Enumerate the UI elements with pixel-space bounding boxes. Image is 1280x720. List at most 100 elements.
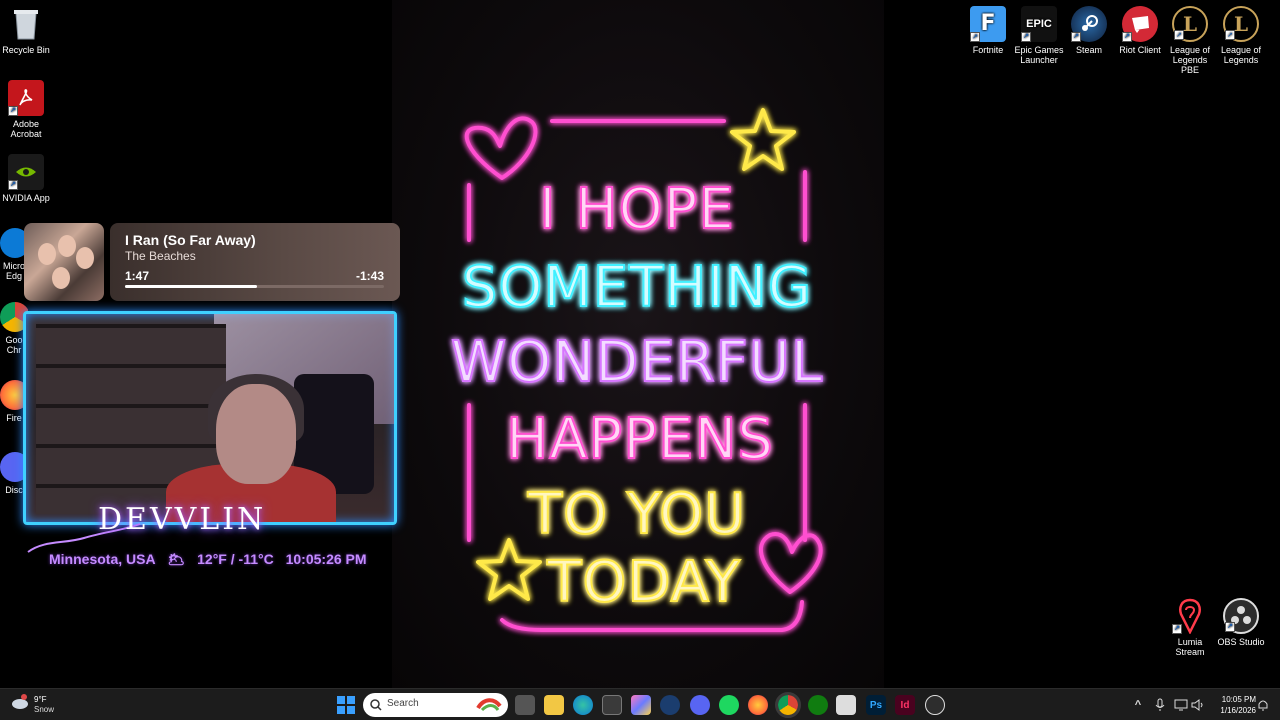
desktop-icon-riot-client[interactable]: ↗ Riot Client <box>1114 6 1166 55</box>
search-icon <box>370 699 382 711</box>
taskbar-search-box[interactable]: Search <box>363 693 508 717</box>
shortcut-arrow-icon: ↗ <box>1174 30 1184 40</box>
steam-taskbar-icon[interactable] <box>660 695 680 715</box>
desktop-icon-steam[interactable]: ↗ Steam <box>1063 6 1115 55</box>
temperature-text: 12°F / -11°C <box>197 551 274 567</box>
track-artist: The Beaches <box>125 249 196 263</box>
neon-line-5: TO YOU <box>527 482 746 547</box>
desktop-icon-label: Steam <box>1075 45 1102 55</box>
taskbar-weather-widget[interactable]: 9°F Snow <box>10 693 54 716</box>
riot-client-icon: ↗ <box>1122 6 1158 42</box>
taskbar-weather-condition: Snow <box>34 705 55 714</box>
store-icon[interactable] <box>602 695 622 715</box>
show-hidden-icons-chevron-icon[interactable]: ^ <box>1131 695 1145 715</box>
desktop-icon-adobe-acrobat[interactable]: ↗ Adobe Acrobat <box>0 80 52 139</box>
now-playing-card: I Ran (So Far Away) The Beaches 1:47 -1:… <box>110 223 400 301</box>
snow-weather-icon <box>12 694 28 709</box>
start-button[interactable] <box>336 695 356 715</box>
neon-line-4: HAPPENS <box>506 407 774 472</box>
shortcut-arrow-icon: ↗ <box>1225 622 1235 632</box>
now-playing-widget[interactable]: I Ran (So Far Away) The Beaches 1:47 -1:… <box>24 223 400 301</box>
location-text: Minnesota, USA <box>49 551 156 567</box>
shortcut-arrow-icon: ↗ <box>1021 32 1031 42</box>
desktop-icon-label: Epic Games Launcher <box>1014 45 1064 65</box>
edge-taskbar-icon[interactable] <box>573 695 593 715</box>
webcam-feed <box>23 311 397 525</box>
lumia-stream-icon: ↗ <box>1172 598 1208 634</box>
desktop-icon-label: League of Legends <box>1220 45 1262 65</box>
neon-heart-icon <box>464 116 538 180</box>
desktop-icon-nvidia-app[interactable]: ↗ NVIDIA App <box>0 154 52 203</box>
desktop-icon-label: OBS Studio <box>1217 637 1265 647</box>
neon-sign: I HOPE SOMETHING WONDERFUL HAPPENS TO YO… <box>450 108 823 632</box>
shortcut-arrow-icon: ↗ <box>8 180 18 190</box>
shortcut-arrow-icon: ↗ <box>970 32 980 42</box>
firefox-taskbar-icon[interactable] <box>748 695 768 715</box>
track-remaining: -1:43 <box>355 269 384 283</box>
volume-icon[interactable] <box>1191 695 1205 715</box>
desktop-icon-recycle-bin[interactable]: Recycle Bin <box>0 6 52 55</box>
shortcut-arrow-icon: ↗ <box>1122 32 1132 42</box>
file-explorer-icon[interactable] <box>544 695 564 715</box>
chrome-taskbar-icon[interactable] <box>775 692 801 718</box>
overlay-clock: 10:05:26 PM <box>285 551 367 567</box>
discord-taskbar-icon[interactable] <box>690 695 710 715</box>
streamer-name: DEVVLIN <box>98 502 267 537</box>
indesign-icon[interactable]: Id <box>895 695 915 715</box>
track-progress-fill <box>125 285 258 288</box>
acrobat-icon: ↗ <box>8 80 44 116</box>
windows-logo-icon <box>337 696 355 714</box>
taskbar-clock[interactable]: 10:05 PM 1/16/2026 <box>1208 694 1256 716</box>
shortcut-arrow-icon: ↗ <box>1225 30 1235 40</box>
track-title: I Ran (So Far Away) <box>125 232 256 248</box>
desktop-icon-label: League of Legends PBE <box>1169 45 1211 75</box>
neon-line-1: I HOPE <box>539 177 735 242</box>
neon-line-3: WONDERFUL <box>451 330 823 395</box>
neon-line-6: TODAY <box>546 550 741 615</box>
desktop-icon-label: Recycle Bin <box>2 45 50 55</box>
copilot-icon[interactable] <box>631 695 651 715</box>
clock-date: 1/16/2026 <box>1220 706 1256 715</box>
neon-star-icon <box>476 538 542 601</box>
desktop-icon-label: Adobe Acrobat <box>10 119 42 139</box>
desktop-icon-obs-studio[interactable]: ↗ OBS Studio <box>1215 598 1267 647</box>
desktop-icon-label: Riot Client <box>1119 45 1161 55</box>
clock-time: 10:05 PM <box>1221 695 1256 704</box>
desktop-icon-label: Lumia Stream <box>1175 637 1205 657</box>
notification-bell-icon[interactable] <box>1256 695 1270 715</box>
taskbar: 9°F Snow Search Ps Id ^ 10:05 PM 1/16/20… <box>0 688 1280 720</box>
epic-games-icon: EPIC ↗ <box>1021 6 1057 42</box>
stream-info-bar: Minnesota, USA 🌥 12°F / -11°C 10:05:26 P… <box>49 551 375 568</box>
desktop-icon-fortnite[interactable]: F ↗ Fortnite <box>962 6 1014 55</box>
shortcut-arrow-icon: ↗ <box>8 106 18 116</box>
taskbar-weather-temp: 9°F <box>34 695 47 704</box>
track-progress-bar[interactable] <box>125 285 384 288</box>
microphone-icon[interactable] <box>1153 695 1167 715</box>
shortcut-arrow-icon: ↗ <box>1172 624 1182 634</box>
album-art <box>24 223 104 301</box>
obs-taskbar-icon[interactable] <box>925 695 945 715</box>
desktop-icon-league[interactable]: L ↗ League of Legends <box>1215 6 1267 65</box>
photoshop-icon[interactable]: Ps <box>866 695 886 715</box>
desktop-wallpaper: I HOPE SOMETHING WONDERFUL HAPPENS TO YO… <box>392 0 884 688</box>
xbox-icon[interactable] <box>808 695 828 715</box>
desktop-icon-label: Fortnite <box>972 45 1004 55</box>
weather-cloud-icon: 🌥 <box>167 551 186 567</box>
search-placeholder: Search <box>387 698 419 709</box>
shortcut-arrow-icon: ↗ <box>1071 32 1081 42</box>
desktop-icon-lumia-stream[interactable]: ↗ Lumia Stream <box>1164 598 1216 657</box>
desktop-icon-label: NVIDIA App <box>2 193 50 203</box>
neon-star-icon <box>730 108 796 171</box>
league-pbe-icon: L ↗ <box>1172 6 1208 42</box>
recycle-bin-icon <box>8 6 44 42</box>
search-highlight-icon <box>476 698 502 712</box>
snipping-tool-icon[interactable] <box>836 695 856 715</box>
desktop-icon-epic-games[interactable]: EPIC ↗ Epic Games Launcher <box>1013 6 1065 65</box>
nvidia-icon: ↗ <box>8 154 44 190</box>
task-view-icon[interactable] <box>515 695 535 715</box>
obs-studio-icon: ↗ <box>1223 598 1259 634</box>
spotify-icon[interactable] <box>719 695 739 715</box>
desktop-icon-league-pbe[interactable]: L ↗ League of Legends PBE <box>1164 6 1216 75</box>
network-icon[interactable] <box>1173 695 1189 715</box>
neon-heart-icon <box>759 532 823 594</box>
